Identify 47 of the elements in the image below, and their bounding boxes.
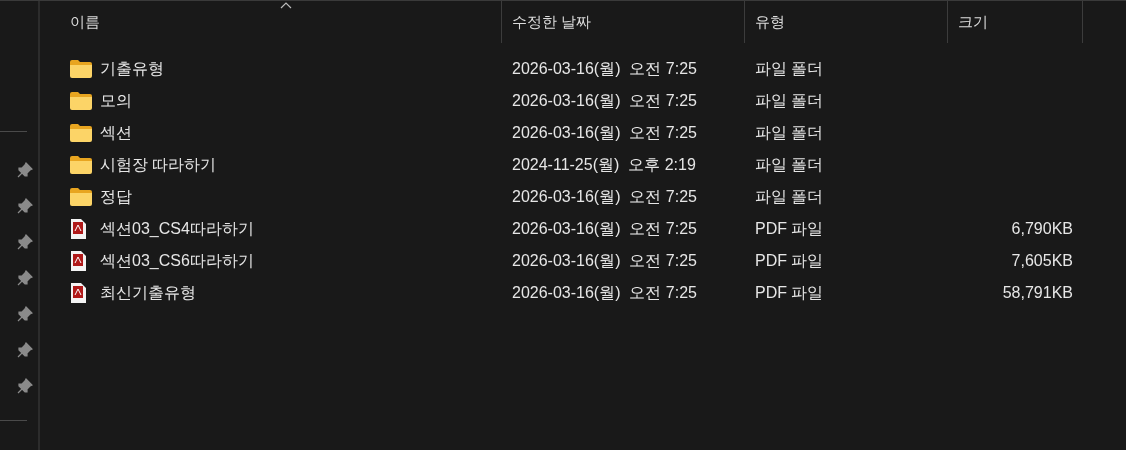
date-cell-text: 2026-03-16(월) 오전 7:25 xyxy=(511,187,698,207)
type-cell-text: PDF 파일 xyxy=(754,283,825,303)
pin-icon[interactable] xyxy=(17,306,33,322)
date-cell-text: 2026-03-16(월) 오전 7:25 xyxy=(511,251,698,271)
type-cell-text: 파일 폴더 xyxy=(754,155,825,175)
pin-icon[interactable] xyxy=(17,234,33,250)
folder-icon xyxy=(70,60,92,78)
file-name[interactable]: 기출유형 xyxy=(100,57,164,81)
pin-icon[interactable] xyxy=(17,270,33,286)
type-cell-text: 파일 폴더 xyxy=(754,59,825,79)
pin-icon[interactable] xyxy=(17,378,33,394)
column-header[interactable]: 크기 xyxy=(948,1,1083,43)
type-cell-text: 파일 폴더 xyxy=(754,123,825,143)
column-header[interactable]: 수정한 날짜 xyxy=(502,1,745,43)
date-cell-text: 2026-03-16(월) 오전 7:25 xyxy=(511,283,698,303)
type-cell-text: 파일 폴더 xyxy=(754,91,825,111)
sort-caret-icon xyxy=(279,2,292,9)
file-name[interactable]: 최신기출유형 xyxy=(100,281,196,305)
pin-icon[interactable] xyxy=(17,198,33,214)
pin-icon[interactable] xyxy=(17,342,33,358)
date-cell-text: 2026-03-16(월) 오전 7:25 xyxy=(511,59,698,79)
file-name[interactable]: 시험장 따라하기 xyxy=(100,153,217,177)
date-cell-text: 2026-03-16(월) 오전 7:25 xyxy=(511,91,698,111)
folder-icon xyxy=(70,92,92,110)
file-name[interactable]: 섹션 xyxy=(100,121,132,145)
type-cell-text: PDF 파일 xyxy=(754,219,825,239)
date-cell-text: 2026-03-16(월) 오전 7:25 xyxy=(511,219,698,239)
pdf-file-icon xyxy=(70,283,86,303)
folder-icon xyxy=(70,124,92,142)
pdf-file-icon xyxy=(70,219,86,239)
date-cell-text: 2026-03-16(월) 오전 7:25 xyxy=(511,123,698,143)
folder-icon xyxy=(70,188,92,206)
type-cell-text: 파일 폴더 xyxy=(754,187,825,207)
file-name[interactable]: 정답 xyxy=(100,185,132,209)
size-cell-text: 7,605KB xyxy=(1011,251,1073,271)
file-name[interactable]: 섹션03_CS4따라하기 xyxy=(100,217,254,241)
column-header[interactable]: 이름 xyxy=(70,1,502,43)
column-header[interactable]: 유형 xyxy=(745,1,948,43)
pin-icon[interactable] xyxy=(17,162,33,178)
file-name[interactable]: 섹션03_CS6따라하기 xyxy=(100,249,254,273)
size-cell-text: 58,791KB xyxy=(1002,283,1073,303)
size-cell-text: 6,790KB xyxy=(1011,219,1073,239)
pdf-file-icon xyxy=(70,251,86,271)
file-name[interactable]: 모의 xyxy=(100,89,132,113)
date-cell-text: 2024-11-25(월) 오후 2:19 xyxy=(511,155,697,175)
type-cell-text: PDF 파일 xyxy=(754,251,825,271)
folder-icon xyxy=(70,156,92,174)
